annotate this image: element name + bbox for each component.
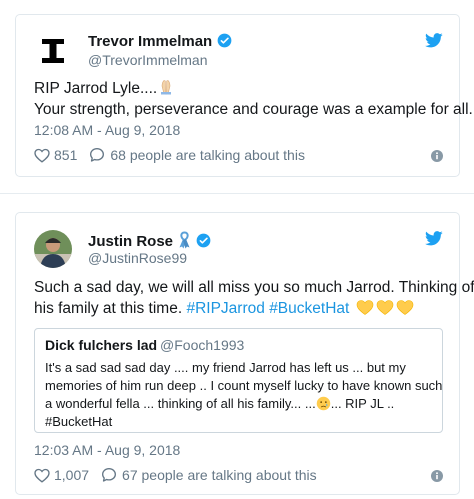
crying-face-icon xyxy=(316,396,330,411)
profile-photo-icon xyxy=(34,230,72,268)
tweet-card[interactable]: Trevor Immelman @TrevorImmelman RIP Jarr… xyxy=(15,14,473,177)
reply-bubble-icon[interactable] xyxy=(89,147,105,163)
yellow-hearts-icon xyxy=(356,299,416,322)
verified-badge-icon xyxy=(217,33,232,48)
info-icon[interactable] xyxy=(431,470,443,482)
avatar[interactable] xyxy=(34,230,72,268)
tweet-actions: 1,007 67 people are talking about this xyxy=(34,467,317,483)
tweet-divider xyxy=(0,193,474,194)
talking-count[interactable]: 67 people are talking about this xyxy=(122,467,317,483)
author-name[interactable]: Trevor Immelman xyxy=(88,33,232,50)
avatar[interactable] xyxy=(34,32,72,70)
author-handle[interactable]: @TrevorImmelman xyxy=(88,52,208,68)
tweet-actions: 851 68 people are talking about this xyxy=(34,147,305,163)
info-icon[interactable] xyxy=(431,150,443,162)
twitter-bird-icon[interactable] xyxy=(425,33,443,48)
heart-icon[interactable] xyxy=(34,468,50,483)
hashtag-link[interactable]: #BucketHat xyxy=(269,300,349,317)
tweet-card[interactable]: Justin Rose @JustinRose99 Such a sad day… xyxy=(15,212,474,495)
reply-bubble-icon[interactable] xyxy=(101,467,117,483)
talking-count[interactable]: 68 people are talking about this xyxy=(110,147,305,163)
ribbon-icon xyxy=(179,231,190,249)
quoted-author-handle: @Fooch1993 xyxy=(160,337,245,353)
quoted-author-name: Dick fulchers lad xyxy=(45,337,158,353)
author-handle[interactable]: @JustinRose99 xyxy=(88,250,187,266)
folded-hands-icon xyxy=(161,80,172,95)
quoted-tweet[interactable]: Dick fulchers lad @Fooch1993 It's a sad s… xyxy=(34,328,443,433)
like-count[interactable]: 1,007 xyxy=(54,467,89,483)
tweet-text: RIP Jarrod Lyle.... Your strength, perse… xyxy=(34,80,473,118)
quoted-tweet-text: It's a sad sad sad day .... my friend Ja… xyxy=(45,360,443,429)
author-name[interactable]: Justin Rose xyxy=(88,231,211,250)
like-count[interactable]: 851 xyxy=(54,147,77,163)
verified-badge-icon xyxy=(196,233,211,248)
twitter-bird-icon[interactable] xyxy=(425,231,443,246)
hashtag-link[interactable]: #RIPJarrod xyxy=(186,300,264,317)
heart-icon[interactable] xyxy=(34,148,50,163)
tweet-timestamp[interactable]: 12:08 AM - Aug 9, 2018 xyxy=(34,122,180,138)
tweet-timestamp[interactable]: 12:03 AM - Aug 9, 2018 xyxy=(34,442,180,458)
ti-logo-icon xyxy=(34,32,72,70)
tweet-text: Such a sad day, we will all miss you so … xyxy=(34,277,474,322)
